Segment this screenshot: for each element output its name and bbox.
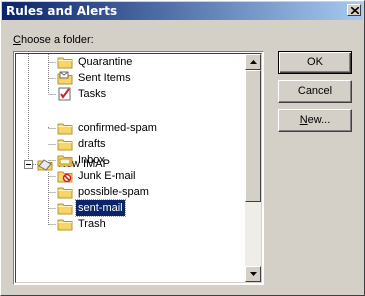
tree-item-label: Junk E-mail <box>78 170 136 182</box>
tree-item-label: Inbox <box>78 154 105 166</box>
tree-item-label: drafts <box>78 138 106 150</box>
tree-item-label: Tasks <box>78 88 107 100</box>
prompt-accesskey: C <box>13 34 21 46</box>
tree-item-label: possible-spam <box>78 186 149 198</box>
folder-icon <box>57 203 73 215</box>
new-label: ew... <box>307 114 331 126</box>
collapse-toggle[interactable] <box>24 160 33 169</box>
cancel-button[interactable]: Cancel <box>278 80 352 103</box>
folder-icon <box>57 139 73 151</box>
folder-icon <box>57 219 73 231</box>
folder-icon <box>57 187 73 199</box>
choose-folder-label: Choose a folder: <box>13 33 94 47</box>
vertical-scrollbar[interactable] <box>245 54 261 282</box>
prompt-text: hoose a folder: <box>20 34 94 46</box>
rules-and-alerts-dialog: Rules and Alerts Choose a folder: Quaran… <box>0 0 365 296</box>
folder-icon <box>57 123 73 135</box>
sent-items-folder-icon <box>57 71 73 85</box>
close-button[interactable] <box>347 4 361 16</box>
folder-tree[interactable]: Quarantine Sent Items Tasks New IMAP con… <box>13 51 264 285</box>
arrow-up-icon <box>250 60 257 64</box>
junk-folder-icon <box>57 171 73 183</box>
window-title: Rules and Alerts <box>6 4 118 18</box>
tree-item-label: confirmed-spam <box>78 122 157 134</box>
tasks-icon <box>58 87 71 101</box>
scroll-thumb[interactable] <box>245 70 261 202</box>
scroll-down-button[interactable] <box>245 266 261 282</box>
arrow-down-icon <box>250 272 257 276</box>
folder-tree-viewport: Quarantine Sent Items Tasks New IMAP con… <box>15 53 262 283</box>
tree-item-label: Sent Items <box>78 72 131 84</box>
tree-item-label: Trash <box>78 218 106 230</box>
tree-item-label: sent-mail <box>75 199 126 217</box>
new-folder-button[interactable]: New... <box>278 109 352 132</box>
new-accesskey: N <box>299 114 308 126</box>
title-bar[interactable]: Rules and Alerts <box>2 2 363 20</box>
close-icon <box>351 7 359 14</box>
scroll-up-button[interactable] <box>245 54 261 70</box>
folder-icon <box>57 57 73 69</box>
tree-item-label: Quarantine <box>78 56 133 68</box>
inbox-folder-icon <box>57 155 73 167</box>
ok-button[interactable]: OK <box>278 51 352 74</box>
mailbox-root-icon <box>37 159 53 171</box>
